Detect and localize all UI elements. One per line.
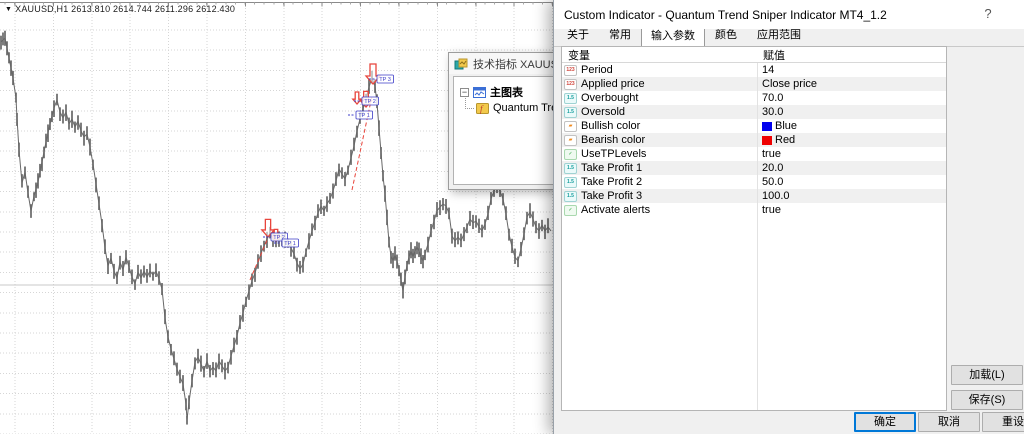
table-header: 变量 赋值 <box>562 47 946 63</box>
main-chart-icon <box>473 87 486 98</box>
save-button[interactable]: 保存(S) <box>951 390 1023 410</box>
param-name: Take Profit 1 <box>581 162 642 174</box>
param-row[interactable]: ✓ UseTPLevels true <box>562 147 946 161</box>
param-value: 100.0 <box>762 190 790 202</box>
param-value: 30.0 <box>762 106 783 118</box>
param-type-color-icon: ▰ <box>564 135 577 146</box>
tp-label-text: TP 1 <box>284 241 296 247</box>
param-row[interactable]: ▰ Bullish color Blue <box>562 119 946 133</box>
param-value: 20.0 <box>762 162 783 174</box>
param-row[interactable]: 123 Applied price Close price <box>562 77 946 91</box>
color-swatch <box>762 122 772 131</box>
param-name-cell: 1.5 Take Profit 3 <box>562 190 757 202</box>
symbol-marker-icon: ▼ <box>5 6 12 13</box>
dialog-titlebar[interactable]: Custom Indicator - Quantum Trend Sniper … <box>554 0 1024 29</box>
indicator-list-icon <box>454 58 468 70</box>
param-value: 50.0 <box>762 176 783 188</box>
load-button[interactable]: 加载(L) <box>951 365 1023 385</box>
param-value-cell[interactable]: 20.0 <box>757 162 946 174</box>
param-type-bool-icon: ✓ <box>564 149 577 160</box>
param-type-dbl-icon: 1.5 <box>564 93 577 104</box>
chart-symbol-line: ▼ XAUUSD,H1 2613.810 2614.744 2611.296 2… <box>5 4 235 14</box>
param-value: true <box>762 148 781 160</box>
param-name: Bearish color <box>581 134 645 146</box>
param-value: true <box>762 204 781 216</box>
param-value-cell[interactable]: Red <box>757 134 946 146</box>
param-value-cell[interactable]: 100.0 <box>757 190 946 202</box>
param-value: Red <box>775 134 795 146</box>
param-type-dbl-icon: 1.5 <box>564 163 577 174</box>
param-type-dbl-icon: 1.5 <box>564 191 577 202</box>
header-variable: 变量 <box>562 47 757 63</box>
param-value: Blue <box>775 120 797 132</box>
tp-label-text: TP 1 <box>358 113 370 119</box>
param-name-cell: ✓ Activate alerts <box>562 204 757 216</box>
param-name: Period <box>581 64 613 76</box>
custom-indicator-dialog: Custom Indicator - Quantum Trend Sniper … <box>553 0 1024 434</box>
param-value-cell[interactable]: true <box>757 148 946 160</box>
chart-ohlc-text: XAUUSD,H1 2613.810 2614.744 2611.296 261… <box>15 4 235 14</box>
param-value-cell[interactable]: true <box>757 204 946 216</box>
param-row[interactable]: 1.5 Oversold 30.0 <box>562 105 946 119</box>
param-row[interactable]: 123 Period 14 <box>562 63 946 77</box>
param-type-dbl-icon: 1.5 <box>564 107 577 118</box>
param-name-cell: 123 Applied price <box>562 78 757 90</box>
param-row[interactable]: 1.5 Overbought 70.0 <box>562 91 946 105</box>
param-type-bool-icon: ✓ <box>564 205 577 216</box>
sell-signal-arrow-icon <box>353 92 361 104</box>
param-value-cell[interactable]: Close price <box>757 78 946 90</box>
header-value: 赋值 <box>757 47 946 63</box>
param-value: 70.0 <box>762 92 783 104</box>
parameters-table: 变量 赋值 123 Period 14 123 Applied price Close p… <box>561 46 947 411</box>
cancel-button[interactable]: 取消 <box>918 412 980 432</box>
param-name-cell: ▰ Bullish color <box>562 120 757 132</box>
param-name-cell: 1.5 Take Profit 2 <box>562 176 757 188</box>
param-name: Oversold <box>581 106 625 118</box>
param-value-cell[interactable]: Blue <box>757 120 946 132</box>
ok-button[interactable]: 确定 <box>854 412 916 432</box>
close-icon[interactable]: × <box>1015 3 1024 25</box>
param-type-dbl-icon: 1.5 <box>564 177 577 188</box>
param-name-cell: 123 Period <box>562 64 757 76</box>
param-row[interactable]: 1.5 Take Profit 2 50.0 <box>562 175 946 189</box>
param-value: 14 <box>762 64 774 76</box>
dialog-tabs: 关于常用输入参数颜色应用范围 <box>554 29 1024 47</box>
param-value-cell[interactable]: 50.0 <box>757 176 946 188</box>
param-name-cell: ✓ UseTPLevels <box>562 148 757 160</box>
mt4-screen: TP 3TP 2TP 1TP 2TP 1 ▼ XAUUSD,H1 2613.81… <box>0 0 1024 434</box>
tp-label-text: TP 2 <box>364 99 376 105</box>
table-column-divider <box>757 47 758 410</box>
param-type-int-icon: 123 <box>564 79 577 90</box>
param-name: Applied price <box>581 78 645 90</box>
param-value-cell[interactable]: 14 <box>757 64 946 76</box>
param-name-cell: ▰ Bearish color <box>562 134 757 146</box>
tree-node-label: 主图表 <box>490 84 523 100</box>
param-value-cell[interactable]: 70.0 <box>757 92 946 104</box>
param-row[interactable]: 1.5 Take Profit 3 100.0 <box>562 189 946 203</box>
param-name: Take Profit 2 <box>581 176 642 188</box>
tp-label-text: TP 3 <box>379 77 391 83</box>
param-name: Bullish color <box>581 120 640 132</box>
dialog-title: Custom Indicator - Quantum Trend Sniper … <box>564 8 887 22</box>
param-value-cell[interactable]: 30.0 <box>757 106 946 118</box>
param-value: Close price <box>762 78 817 90</box>
param-name: UseTPLevels <box>581 148 646 160</box>
param-row[interactable]: ✓ Activate alerts true <box>562 203 946 217</box>
param-row[interactable]: ▰ Bearish color Red <box>562 133 946 147</box>
param-type-color-icon: ▰ <box>564 121 577 132</box>
param-name: Activate alerts <box>581 204 650 216</box>
help-button[interactable]: ? <box>977 3 999 25</box>
param-type-int-icon: 123 <box>564 65 577 76</box>
param-name: Overbought <box>581 92 638 104</box>
tree-connector <box>465 108 474 109</box>
param-name: Take Profit 3 <box>581 190 642 202</box>
reset-button[interactable]: 重设 <box>982 412 1024 432</box>
param-name-cell: 1.5 Overbought <box>562 92 757 104</box>
param-name-cell: 1.5 Take Profit 1 <box>562 162 757 174</box>
color-swatch <box>762 136 772 145</box>
param-row[interactable]: 1.5 Take Profit 1 20.0 <box>562 161 946 175</box>
indicator-fx-icon: f <box>476 103 489 114</box>
tree-collapse-toggle[interactable]: − <box>460 88 469 97</box>
param-name-cell: 1.5 Oversold <box>562 106 757 118</box>
